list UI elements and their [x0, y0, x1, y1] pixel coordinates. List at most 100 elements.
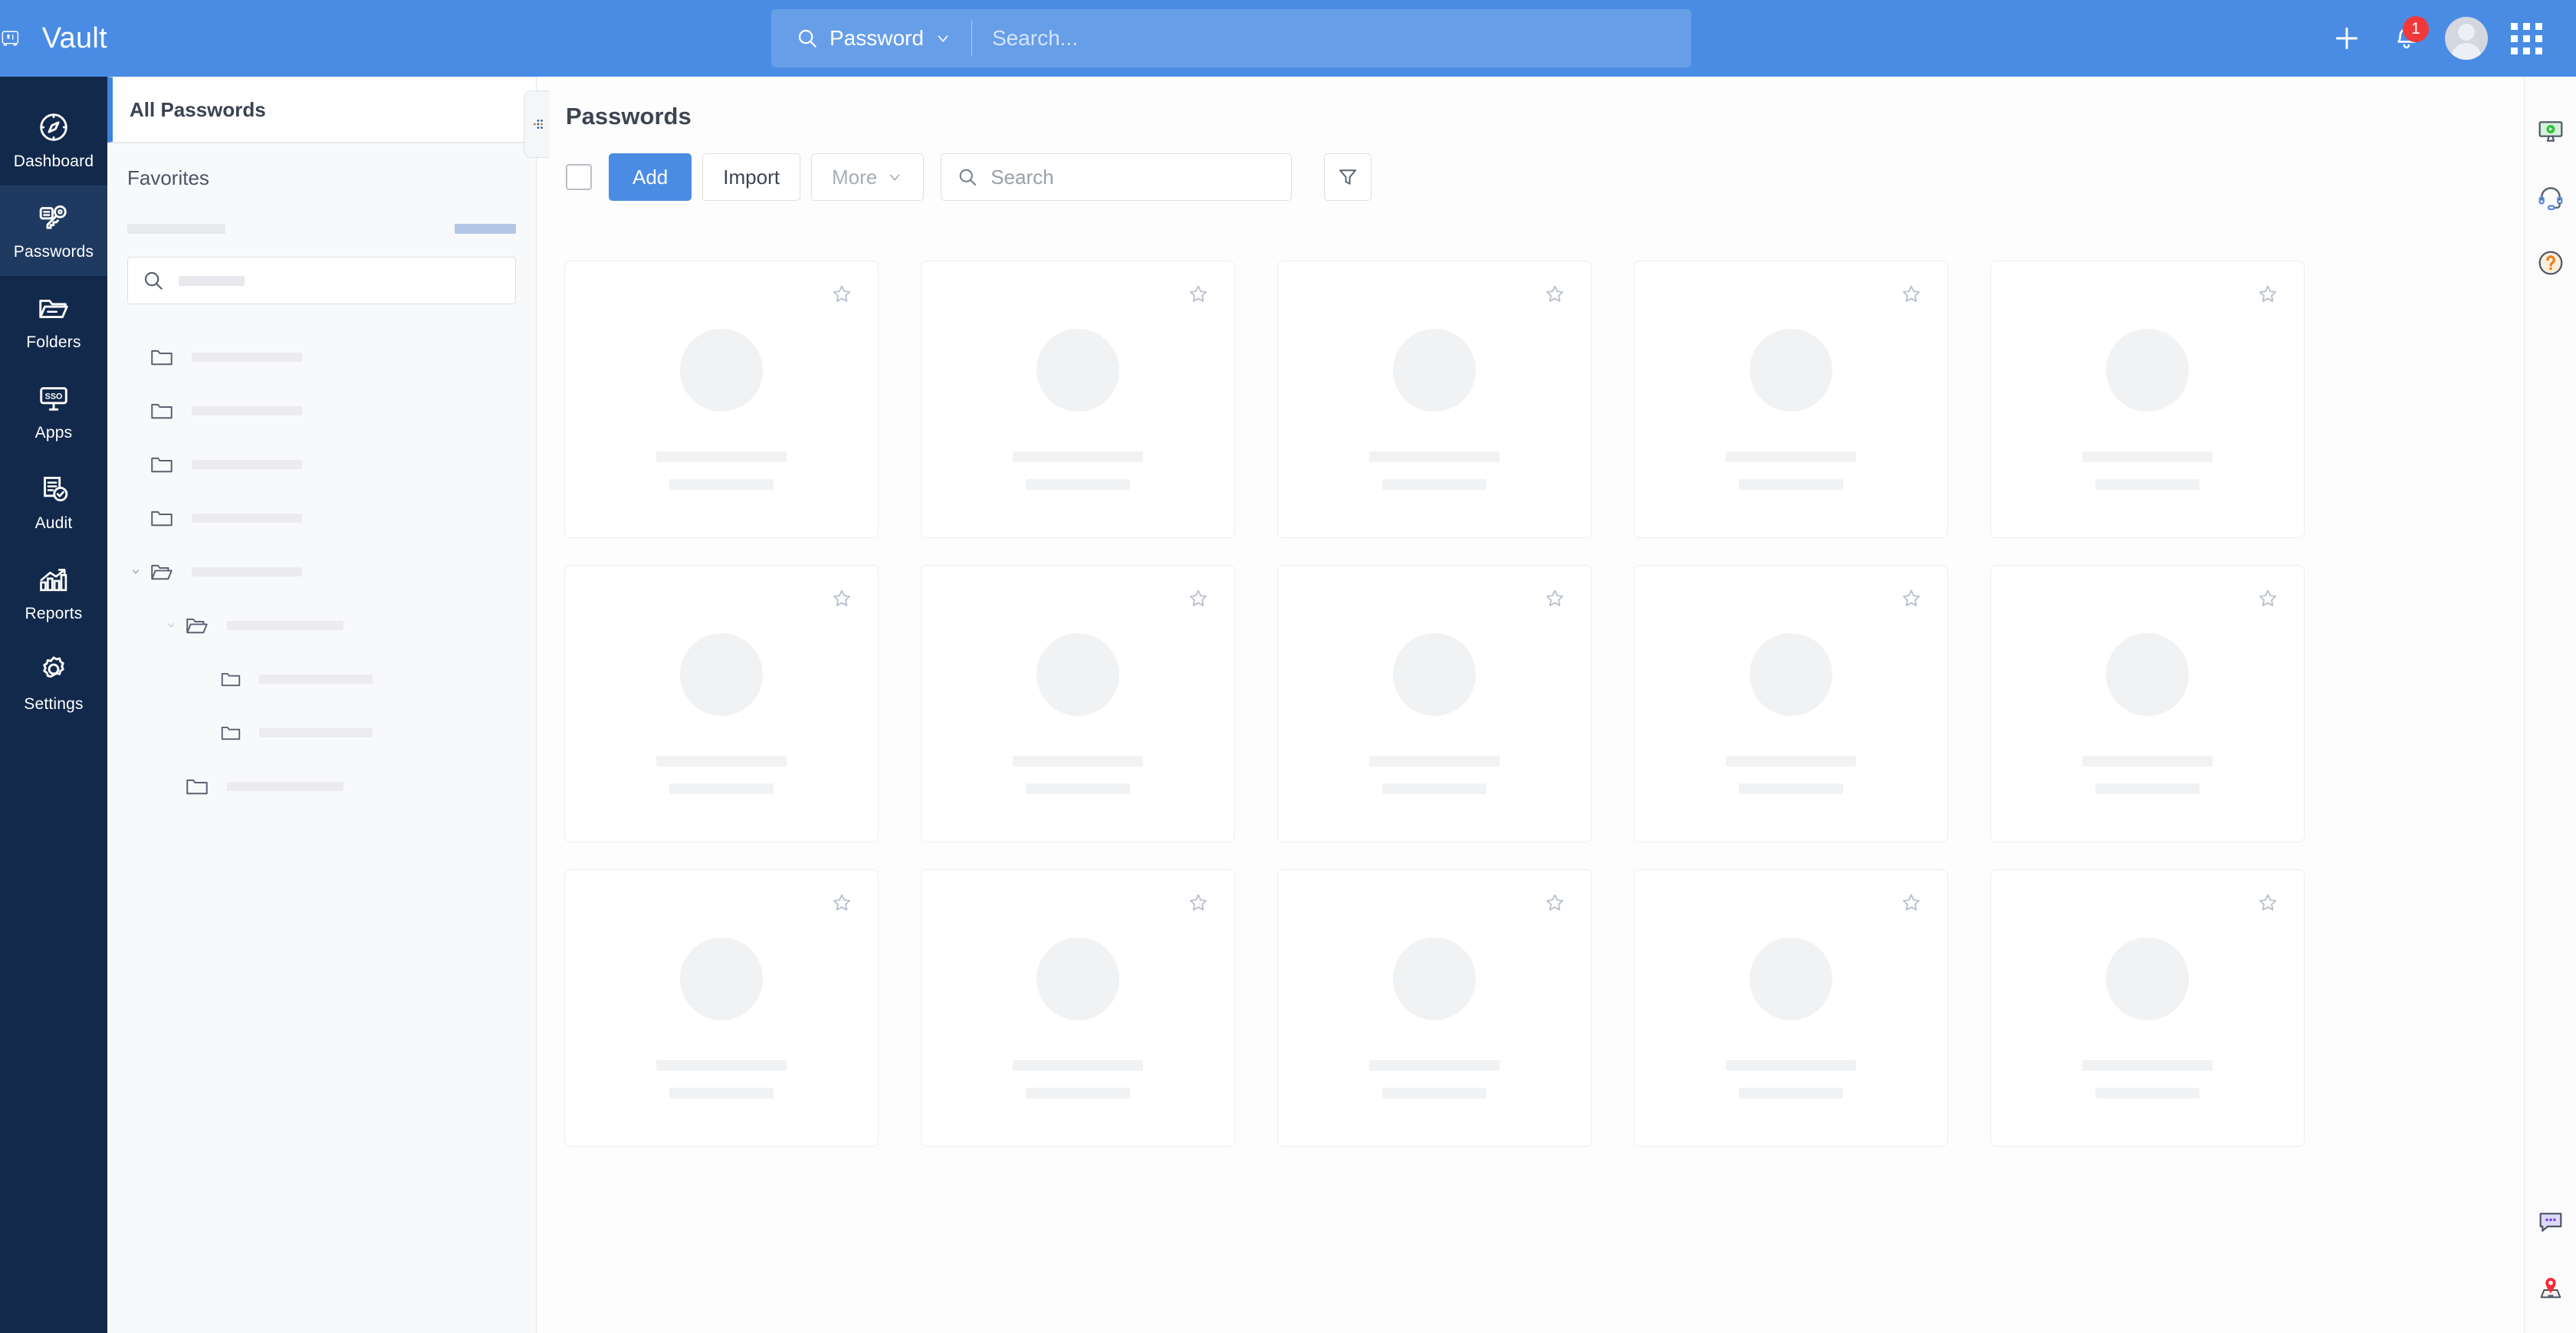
card-avatar-placeholder [1750, 937, 1832, 1020]
card-avatar-placeholder [2106, 937, 2189, 1020]
password-card[interactable] [1990, 869, 2305, 1147]
video-monitor-icon [2535, 116, 2566, 146]
card-avatar-placeholder [1393, 633, 1476, 716]
password-card[interactable] [1634, 869, 1948, 1147]
star-outline-icon[interactable] [1187, 283, 1210, 310]
password-card[interactable] [1990, 261, 2305, 538]
card-avatar-placeholder [680, 633, 763, 716]
top-bar-actions: 1 [2317, 8, 2576, 68]
plus-icon [2332, 24, 2361, 53]
search-icon [796, 27, 819, 50]
star-outline-icon[interactable] [1900, 587, 1923, 614]
password-card[interactable] [921, 261, 1235, 538]
global-search-bar[interactable]: Password [771, 9, 1691, 67]
select-all-checkbox[interactable] [566, 164, 592, 190]
search-scope-label: Password [830, 26, 924, 51]
password-card[interactable] [564, 565, 879, 842]
grid-menu-icon [2511, 23, 2542, 54]
sidebar-item-dashboard[interactable]: Dashboard [0, 95, 107, 186]
password-card[interactable] [921, 869, 1235, 1147]
star-outline-icon[interactable] [830, 891, 853, 918]
skeleton-bar [1026, 783, 1130, 794]
card-avatar-placeholder [1393, 937, 1476, 1020]
chevron-down-icon [886, 169, 903, 186]
panel-collapse-handle[interactable] [524, 90, 550, 158]
all-passwords-item[interactable]: All Passwords [107, 77, 536, 143]
skeleton-bar [2082, 756, 2213, 767]
password-card[interactable] [921, 565, 1235, 842]
password-card[interactable] [1277, 261, 1592, 538]
star-outline-icon[interactable] [2256, 587, 2279, 614]
vault-safe-icon [0, 21, 21, 56]
star-outline-icon[interactable] [2256, 891, 2279, 918]
password-card[interactable] [1634, 565, 1948, 842]
content-search-input[interactable] [991, 166, 1276, 189]
star-outline-icon[interactable] [830, 283, 853, 310]
card-avatar-placeholder [1037, 633, 1119, 716]
skeleton-bar [1369, 451, 1500, 462]
card-avatar-placeholder [2106, 329, 2189, 412]
skeleton-bar [2082, 451, 2213, 462]
skeleton-bar [1726, 451, 1856, 462]
app-root: Vault Password [0, 0, 2576, 1333]
search-scope-selector[interactable]: Password [771, 9, 971, 67]
password-card[interactable] [564, 261, 879, 538]
global-search-input[interactable] [972, 9, 1691, 67]
card-avatar-placeholder [2106, 633, 2189, 716]
content-toolbar: Add Import More [537, 130, 2524, 201]
skeleton-bar [1382, 479, 1487, 490]
password-card[interactable] [1990, 565, 2305, 842]
panel-header: All Passwords [107, 77, 536, 143]
password-card[interactable] [564, 869, 879, 1147]
map-pin-icon [2535, 1272, 2566, 1303]
skeleton-bar [1026, 479, 1130, 490]
apps-menu-button[interactable] [2496, 8, 2556, 68]
star-outline-icon[interactable] [830, 587, 853, 614]
content-search-field[interactable] [941, 153, 1292, 201]
skeleton-bar [1726, 1060, 1856, 1071]
add-button[interactable]: Add [609, 153, 692, 201]
card-avatar-placeholder [1037, 329, 1119, 412]
utility-rail-bottom [2525, 1189, 2576, 1321]
skeleton-bar [2095, 1088, 2200, 1098]
collapse-left-icon [529, 116, 546, 133]
password-card[interactable] [1277, 565, 1592, 842]
profile-avatar[interactable] [2436, 8, 2496, 68]
password-card[interactable] [1634, 261, 1948, 538]
skeleton-bar [1739, 783, 1843, 794]
add-button[interactable] [2317, 8, 2377, 68]
chevron-down-icon [935, 30, 951, 47]
star-outline-icon[interactable] [1187, 587, 1210, 614]
video-demo-button[interactable] [2525, 98, 2576, 164]
body-region: Dashboard Passwords Folders [0, 77, 2576, 1333]
star-outline-icon[interactable] [2256, 283, 2279, 310]
star-outline-icon[interactable] [1543, 587, 1566, 614]
password-card[interactable] [1277, 869, 1592, 1147]
chat-bubble-icon [2535, 1207, 2566, 1237]
top-bar: Vault Password [0, 0, 2576, 77]
help-button[interactable] [2525, 230, 2576, 296]
all-passwords-label: All Passwords [130, 98, 266, 122]
skeleton-bar [669, 479, 774, 490]
sidebar-item-label: Dashboard [14, 153, 94, 171]
skeleton-bar [656, 1060, 787, 1071]
more-dropdown-button[interactable]: More [811, 153, 924, 201]
skeleton-bar [2095, 479, 2200, 490]
skeleton-bar [1739, 1088, 1843, 1098]
brand-logo-area[interactable]: Vault [0, 21, 107, 56]
chat-button[interactable] [2525, 1189, 2576, 1255]
brand-name: Vault [42, 22, 107, 55]
favorites-item[interactable]: Favorites [107, 143, 536, 190]
skeleton-bar [1013, 1060, 1143, 1071]
filter-button[interactable] [1324, 153, 1372, 201]
star-outline-icon[interactable] [1900, 891, 1923, 918]
star-outline-icon[interactable] [1187, 891, 1210, 918]
star-outline-icon[interactable] [1543, 283, 1566, 310]
support-button[interactable] [2525, 164, 2576, 230]
skeleton-bar [656, 451, 787, 462]
star-outline-icon[interactable] [1900, 283, 1923, 310]
location-button[interactable] [2525, 1255, 2576, 1321]
star-outline-icon[interactable] [1543, 891, 1566, 918]
import-button[interactable]: Import [702, 153, 800, 201]
notifications-button[interactable]: 1 [2377, 8, 2436, 68]
